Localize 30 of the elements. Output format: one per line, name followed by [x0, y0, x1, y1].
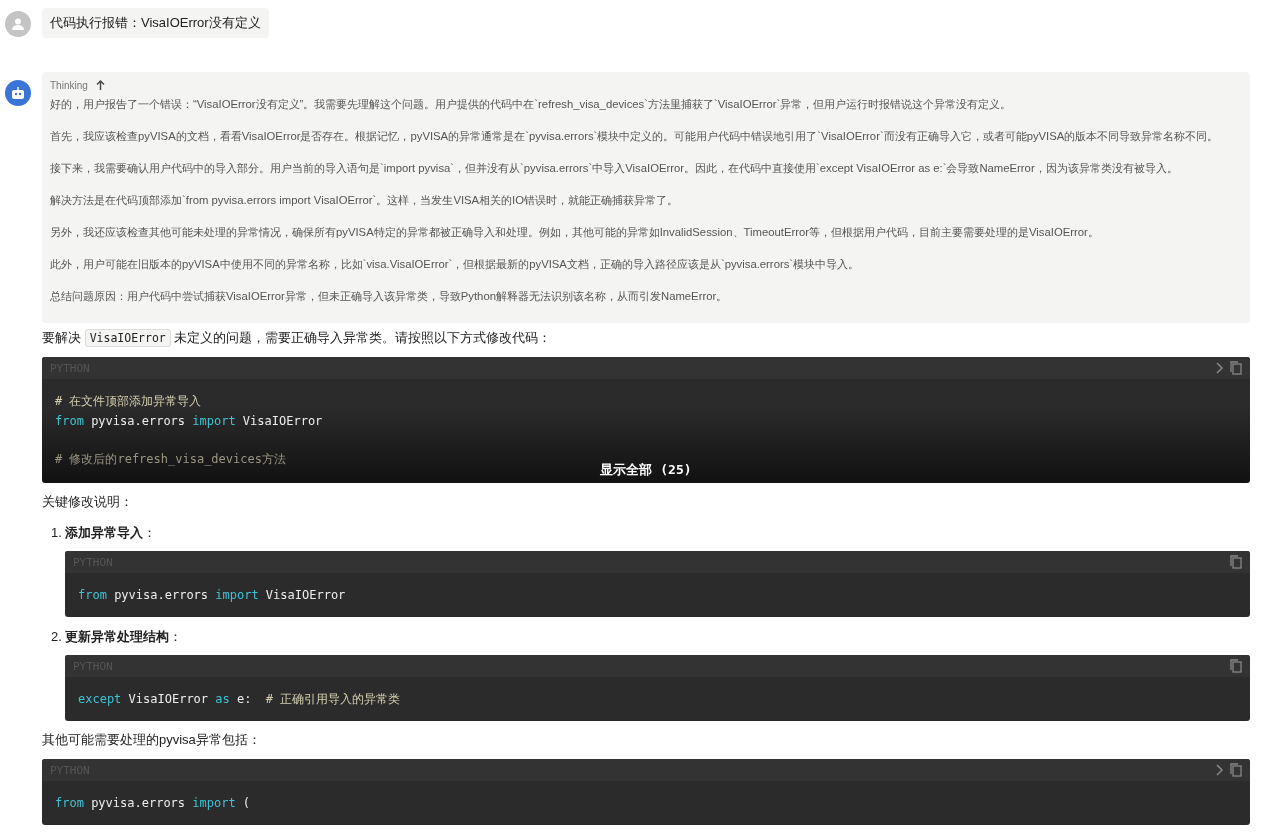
code-line: from pyvisa.errors import VisaIOError — [78, 587, 346, 604]
thinking-toggle[interactable]: Thinking — [50, 80, 105, 91]
thinking-paragraph: 好的，用户报告了一个错误：“VisaIOError没有定义”。我需要先理解这个问题。用户提供的代码中在`refresh_visa_devices`方法里捕获了`VisaIOError`异常，但用户运行时报错说这个异常没有定义。 — [50, 97, 1013, 112]
answer-paragraph: 其他可能需要处理的pyvisa异常包括： — [42, 731, 262, 749]
answer-paragraph: 关键修改说明： — [42, 493, 134, 511]
thinking-paragraph: 接下来，我需要确认用户代码中的导入部分。用户当前的导入语句是`import pyvisa`，但并没有从`pyvisa.errors`中导入VisaIOError。因此，在代码中直接使用`except VisaIOError as e:`会导致NameError，因为该异常类没有被导入。 — [50, 161, 1179, 176]
show-all-button[interactable]: 显示全部 (25) — [600, 461, 692, 479]
code-line: except VisaIOError as e: # 正确引用导入的异常类 — [78, 691, 401, 708]
code-line: # 修改后的refresh_visa_devices方法 — [55, 451, 286, 468]
copy-icon[interactable] — [1230, 763, 1242, 777]
copy-icon[interactable] — [1230, 659, 1242, 673]
copy-icon[interactable] — [1230, 555, 1242, 569]
code-line: from pyvisa.errors import ( — [55, 795, 251, 812]
chevron-right-icon[interactable] — [1216, 764, 1224, 776]
list-item-label: 1. 添加异常导入： — [51, 524, 158, 542]
list-item-label: 2. 更新异常处理结构： — [51, 628, 184, 646]
arrow-up-icon — [95, 80, 105, 91]
chevron-right-icon[interactable] — [1216, 362, 1224, 374]
thinking-paragraph: 此外，用户可能在旧版本的pyVISA中使用不同的异常名称，比如`visa.VisaIOError`，但根据最新的pyVISA文档，正确的导入路径应该是从`pyvisa.errors`模块中导入。 — [50, 257, 861, 272]
answer-paragraph: 要解决 VisaIOError 未定义的问题，需要正确导入异常类。请按照以下方式修改代码： — [42, 328, 553, 348]
thinking-paragraph: 另外，我还应该检查其他可能未处理的异常情况，确保所有pyVISA特定的异常都被正确导入和处理。例如，其他可能的异常如InvalidSession、TimeoutError等，但根据用户代码，目前主要需要处理的是VisaIOError。 — [50, 225, 1100, 240]
thinking-paragraph: 解决方法是在代码顶部添加`from pyvisa.errors import VisaIOError`。这样，当发生VISA相关的IO错误时，就能正确捕获异常了。 — [50, 193, 680, 208]
bot-avatar-icon — [5, 80, 31, 106]
code-line: # 在文件顶部添加异常导入 — [55, 393, 202, 410]
copy-icon[interactable] — [1230, 361, 1242, 375]
thinking-paragraph: 总结问题原因：用户代码中尝试捕获VisaIOError异常，但未正确导入该异常类，导致Python解释器无法识别该名称，从而引发NameError。 — [50, 289, 729, 304]
thinking-paragraph: 首先，我应该检查pyVISA的文档，看看VisaIOError是否存在。根据记忆，pyVISA的异常通常是在`pyvisa.errors`模块中定义的。可能用户代码中错误地引用了`VisaIOError`而没有正确导入它，或者可能pyVISA的版本不同导致异常名称不同。 — [50, 129, 1220, 144]
code-line: from pyvisa.errors import VisaIOError — [55, 413, 323, 430]
user-avatar-icon — [5, 11, 31, 37]
user-message: 代码执行报错：VisaIOError没有定义 — [42, 8, 269, 38]
